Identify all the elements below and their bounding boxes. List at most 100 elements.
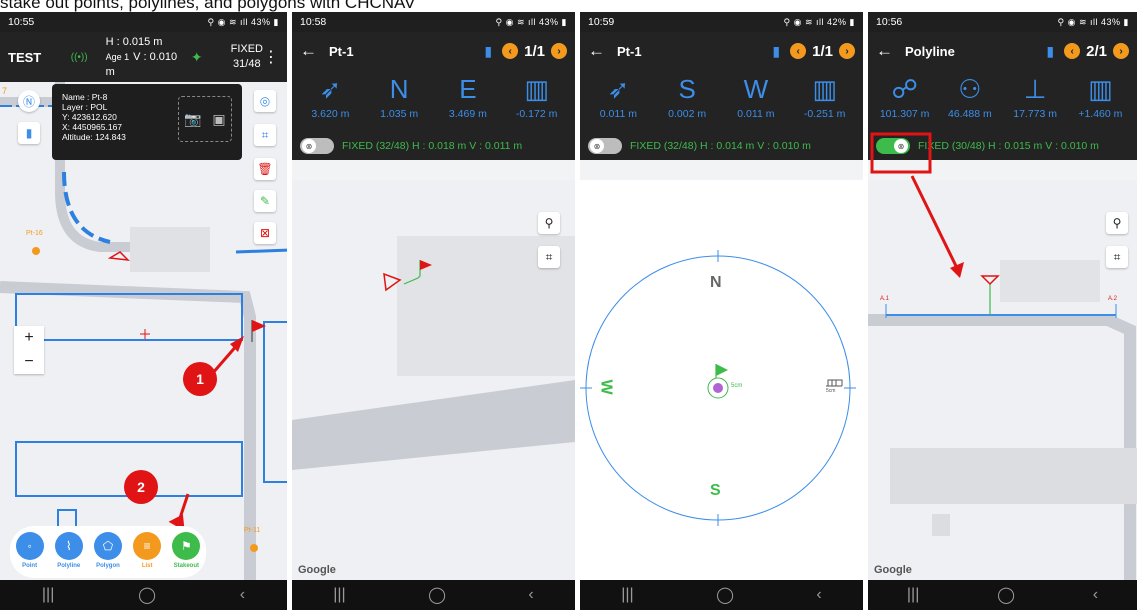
metric-polyline-length: ☍ 101.307 m [879, 74, 930, 120]
back-button[interactable]: ‹ [816, 586, 821, 604]
zoom-extent-icon[interactable]: ⌗ [1106, 246, 1128, 268]
edit-icon[interactable]: ✎ [254, 190, 276, 212]
zoom-in-button[interactable]: + [14, 326, 44, 350]
location-pin-icon[interactable]: ⚲ [538, 212, 560, 234]
previous-target-icon[interactable]: ‹ [502, 43, 519, 59]
toolbar-polyline-button[interactable]: ⌇ Polyline [51, 532, 87, 569]
metric-height: ▥ -0.172 m [515, 74, 558, 120]
status-bar: 10:59 ⚲ ◉ ≋ ıll 42% ▮ [580, 12, 863, 32]
next-target-icon[interactable]: › [839, 43, 855, 59]
back-arrow-icon[interactable]: ← [588, 41, 605, 61]
compass-west-label: W [597, 379, 615, 395]
compass-north-label: N [710, 274, 722, 291]
compass-view[interactable]: N S W 5cm 5cm [580, 180, 863, 580]
stakeout-map[interactable]: A.1 A.2 ⚲ ⌗ Google [868, 180, 1137, 580]
phone-screen-compass-stakeout: 10:59 ⚲ ◉ ≋ ıll 42% ▮ ← Pt-1 ▮ ‹ 1/1 › ➶… [580, 12, 863, 610]
next-target-icon[interactable]: › [1113, 43, 1129, 59]
map-toggle-icon[interactable]: ▮ [772, 43, 780, 60]
stakeout-header: ← Polyline ▮ ‹ 2/1 › ☍ 101.307 m ⚇ 46.48… [868, 32, 1137, 160]
recent-apps-button[interactable]: ||| [907, 586, 919, 604]
toolbar-stakeout-button[interactable]: ⚑ Stakeout [168, 532, 204, 569]
stakeout-header: ← Pt-1 ▮ ‹ 1/1 › ➶ 3.620 m N 1.035 m E 3… [292, 32, 575, 160]
stakeout-map[interactable]: ⚲ ⌗ Google [292, 180, 575, 580]
compass-toggle[interactable]: ⊗ [876, 138, 910, 154]
home-button[interactable]: ◯ [428, 585, 446, 605]
stakeout-icon: ⚑ [172, 532, 201, 560]
previous-target-icon[interactable]: ‹ [790, 43, 807, 59]
back-button[interactable]: ‹ [528, 586, 533, 604]
zoom-control: + − [14, 326, 44, 374]
zoom-out-button[interactable]: − [14, 350, 44, 374]
lock-icon: ⊗ [590, 139, 604, 153]
fix-status-line: ⊗ FIXED (32/48) H : 0.018 m V : 0.011 m [292, 132, 575, 160]
previous-target-icon[interactable]: ‹ [1064, 43, 1081, 59]
callout-badge-2: 2 [124, 470, 158, 504]
zoom-extent-icon[interactable]: ⌗ [254, 124, 276, 146]
home-button[interactable]: ◯ [716, 585, 734, 605]
back-arrow-icon[interactable]: ← [876, 41, 893, 61]
target-counter: 1/1 [812, 42, 833, 60]
toolbar-list-button[interactable]: ≡ List [129, 532, 165, 569]
status-bar: 10:56 ⚲ ◉ ≋ ıll 43% ▮ [868, 12, 1137, 32]
stakeout-metrics: ➶ 0.011 m S 0.002 m W 0.011 m ▥ -0.251 m [580, 70, 863, 132]
remove-image-icon[interactable]: ⊠ [254, 222, 276, 244]
compass-toggle[interactable]: ⊗ [300, 138, 334, 154]
location-pin-icon[interactable]: ⚲ [1106, 212, 1128, 234]
east-scale-label: 5cm [826, 388, 836, 394]
toolbar-polygon-button[interactable]: ⬠ Polygon [90, 532, 126, 569]
bottom-toolbar: ◦ Point ⌇ Polyline ⬠ Polygon ≡ List ⚑ St… [10, 526, 206, 578]
photo-slot[interactable]: 📷 ▣ [178, 96, 232, 142]
status-icons: ⚲ ◉ ≋ ıll 43% ▮ [1057, 16, 1129, 27]
status-icons: ⚲ ◉ ≋ ıll 43% ▮ [495, 16, 567, 27]
stakeout-header: ← Pt-1 ▮ ‹ 1/1 › ➶ 0.011 m S 0.002 m W 0… [580, 32, 863, 160]
status-time: 10:55 [8, 16, 35, 28]
target-title: Pt-1 [617, 43, 642, 59]
project-name[interactable]: TEST [8, 50, 65, 65]
recent-apps-button[interactable]: ||| [333, 586, 345, 604]
satellite-count: 31/48 [233, 58, 261, 70]
metric-offset: ⊥ 17.773 m [1013, 74, 1058, 120]
system-nav-bar: ||| ◯ ‹ [580, 580, 863, 610]
polyline-length-icon: ☍ [891, 74, 918, 104]
next-target-icon[interactable]: › [551, 43, 567, 59]
point-info-popup[interactable]: Name : Pt-8 Layer : POL Y: 423612.620 X:… [52, 84, 242, 160]
status-time: 10:59 [588, 16, 615, 28]
polyline-icon: ⌇ [54, 532, 83, 560]
system-nav-bar: ||| ◯ ‹ [292, 580, 575, 610]
lock-icon: ⊗ [894, 139, 908, 153]
phone-screen-map: 10:55 ⚲ ◉ ≋ ıll 43% ▮ TEST ((•)) H : 0.0… [0, 12, 287, 610]
distance-icon: ➶ [607, 74, 630, 104]
layers-map-icon[interactable]: ▮ [18, 122, 40, 144]
back-arrow-icon[interactable]: ← [300, 41, 317, 61]
fix-readout[interactable]: FIXED 31/48 [231, 42, 263, 72]
compass-toggle[interactable]: ⊗ [588, 138, 622, 154]
back-button[interactable]: ‹ [1093, 586, 1098, 604]
polyline-map-features [868, 260, 1137, 580]
list-icon: ≡ [133, 532, 162, 560]
home-button[interactable]: ◯ [997, 585, 1015, 605]
fix-details: FIXED (32/48) H : 0.018 m V : 0.011 m [342, 140, 523, 152]
status-icons: ⚲ ◉ ≋ ıll 42% ▮ [783, 16, 855, 27]
home-button[interactable]: ◯ [138, 585, 156, 605]
recent-apps-button[interactable]: ||| [42, 586, 54, 604]
add-image-icon[interactable]: ▣ [212, 112, 225, 126]
metric-distance: ➶ 0.011 m [599, 74, 637, 120]
camera-icon[interactable]: 📷 [184, 112, 201, 126]
offset-icon: ⊥ [1023, 74, 1047, 104]
stakeout-metrics: ➶ 3.620 m N 1.035 m E 3.469 m ▥ -0.172 m [292, 70, 575, 132]
delete-icon[interactable]: 🗑 [254, 158, 276, 180]
recent-apps-button[interactable]: ||| [621, 586, 633, 604]
more-menu-icon[interactable]: ⋮ [263, 47, 279, 67]
locate-icon[interactable]: ◎ [254, 90, 276, 112]
point-label-pt16: Pt-16 [26, 230, 43, 237]
back-button[interactable]: ‹ [240, 586, 245, 604]
toolbar-point-button[interactable]: ◦ Point [12, 532, 48, 569]
zoom-extent-icon[interactable]: ⌗ [538, 246, 560, 268]
fix-details: FIXED (30/48) H : 0.015 m V : 0.010 m [918, 140, 1099, 152]
google-attribution: Google [298, 564, 336, 576]
compass-north-icon[interactable]: Ⓝ [18, 90, 40, 112]
map-toggle-icon[interactable]: ▮ [484, 43, 492, 60]
map-toggle-icon[interactable]: ▮ [1046, 43, 1054, 60]
h-precision: H : 0.015 m [105, 35, 163, 48]
status-icons: ⚲ ◉ ≋ ıll 43% ▮ [207, 16, 279, 27]
